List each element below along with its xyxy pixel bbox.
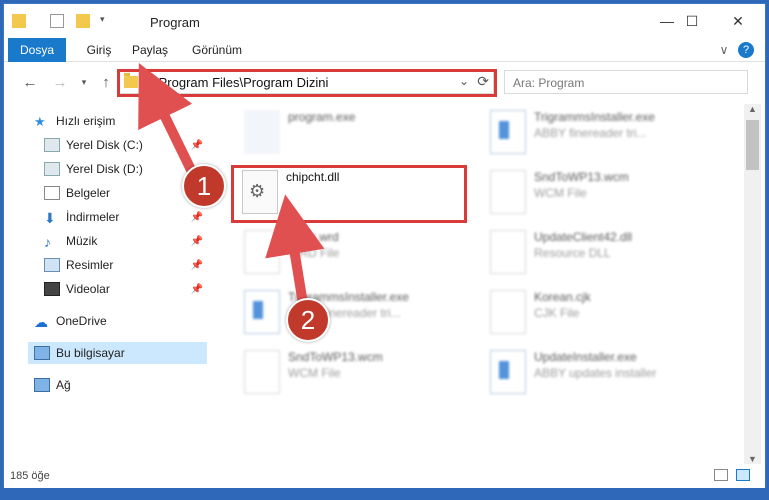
sidebar-item-label: İndirmeler [66,210,120,224]
sidebar-item-label: Belgeler [66,186,111,200]
back-button[interactable]: ← [20,72,40,92]
list-item[interactable]: SndToWP13.wcm WCM File [238,346,478,404]
ribbon: Dosya Giriş Paylaş Görünüm ∨ ? [4,38,765,62]
drive-icon [44,138,60,152]
list-item[interactable]: basic.wrd WRD File [238,226,478,284]
details-view-icon[interactable] [714,469,728,481]
dll-settings-icon [490,230,526,274]
close-button[interactable]: ✕ [715,4,761,38]
videos-icon [44,282,60,296]
installer-icon [244,290,280,334]
sidebar-item-label: Hızlı erişim [56,114,116,128]
sidebar-item-quick-access[interactable]: ★ Hızlı erişim [34,110,207,132]
list-item[interactable]: UpdateClient42.dll Resource DLL [484,226,724,284]
download-icon: ⬇ [44,210,56,226]
pin-icon: 📌 [190,283,203,295]
pin-icon: 📌 [190,259,203,271]
sidebar-item-pictures[interactable]: Resimler 📌 [44,254,207,276]
sidebar-item-label: OneDrive [56,314,107,328]
star-icon: ★ [34,114,46,129]
sidebar-item-network[interactable]: Ağ [34,374,207,396]
file-icon [490,170,526,214]
installer-icon [490,350,526,394]
sidebar-item-label: Resimler [66,258,114,272]
sidebar-item-local-disk-c[interactable]: Yerel Disk (C:) 📌 [44,134,207,156]
window-title: Program [150,15,200,30]
cloud-icon: ☁ [34,314,48,330]
sidebar-item-videos[interactable]: Videolar 📌 [44,278,207,300]
scroll-up-icon[interactable]: ▲ [748,104,757,114]
sidebar-item-this-pc[interactable]: Bu bilgisayar [28,342,207,364]
pin-icon: 📌 [190,235,203,247]
new-folder-icon[interactable] [76,14,90,28]
network-icon [34,378,50,392]
installer-icon [490,110,526,154]
computer-icon [34,346,50,360]
ribbon-expand-icon[interactable]: ∨ [716,38,732,62]
sidebar-item-label: Yerel Disk (C:) [66,138,143,152]
drive-icon [44,162,60,176]
scrollbar-thumb[interactable] [746,120,759,170]
item-count: 185 öğe [10,470,50,482]
large-icons-view-icon[interactable] [736,469,750,481]
explorer-window: ▾ Program — ☐ ✕ Dosya Giriş Paylaş Görün… [3,3,766,488]
sidebar-item-downloads[interactable]: ⬇ İndirmeler 📌 [44,206,207,228]
vertical-scrollbar[interactable]: ▲ ▼ [744,104,761,464]
list-item[interactable]: SndToWP13.wcm WCM File [484,166,724,224]
sidebar-item-music[interactable]: ♪ Müzik 📌 [44,230,207,252]
title-bar: ▾ Program — ☐ ✕ [4,4,765,38]
tab-share[interactable]: Paylaş [122,38,178,62]
status-bar: 185 öğe [4,464,765,488]
list-item[interactable]: UpdateInstaller.exe ABBY updates install… [484,346,724,404]
scroll-down-icon[interactable]: ▼ [748,454,757,464]
forward-button[interactable]: → [50,72,70,92]
step-1-badge: 1 [182,164,226,208]
sidebar-item-local-disk-d[interactable]: Yerel Disk (D:) [44,158,207,180]
pin-icon: 📌 [190,139,203,151]
file-icon [490,290,526,334]
tab-view[interactable]: Görünüm [182,38,252,62]
up-button[interactable]: ↑ [96,72,116,92]
sidebar-item-label: Videolar [66,282,110,296]
recent-locations-icon[interactable]: ▾ [74,72,94,92]
pictures-icon [44,258,60,272]
properties-icon[interactable] [50,14,64,28]
sidebar-item-label: Yerel Disk (D:) [66,162,143,176]
help-icon[interactable]: ? [738,42,754,58]
step-2-badge: 2 [286,298,330,342]
maximize-button[interactable]: ☐ [669,4,715,38]
tab-home[interactable]: Giriş [76,38,122,62]
search-placeholder: Ara: Program [513,76,585,90]
file-list: program.exe TrigrammsInstaller.exe ABBY … [208,104,744,464]
navigation-pane: ★ Hızlı erişim Yerel Disk (C:) 📌 Yerel D… [4,104,207,464]
file-highlight [231,165,467,223]
file-icon [244,350,280,394]
list-item[interactable]: TrigrammsInstaller.exe ABBY finereader t… [238,286,478,344]
folder-icon [12,14,26,28]
search-input[interactable]: Ara: Program [504,70,748,94]
tab-file[interactable]: Dosya [8,38,66,62]
exe-icon [244,110,280,154]
pin-icon: 📌 [190,211,203,223]
file-icon [244,230,280,274]
customize-quick-access-icon[interactable]: ▾ [100,14,120,28]
list-item[interactable]: program.exe [238,106,478,164]
sidebar-item-label: Ağ [56,378,71,392]
sidebar-item-label: Müzik [66,234,98,248]
sidebar-item-label: Bu bilgisayar [56,346,125,360]
sidebar-item-onedrive[interactable]: ☁ OneDrive [34,310,207,332]
documents-icon [44,186,60,200]
address-highlight [117,69,497,97]
list-item[interactable]: TrigrammsInstaller.exe ABBY finereader t… [484,106,724,164]
list-item[interactable]: Korean.cjk CJK File [484,286,724,344]
music-icon: ♪ [44,234,51,250]
